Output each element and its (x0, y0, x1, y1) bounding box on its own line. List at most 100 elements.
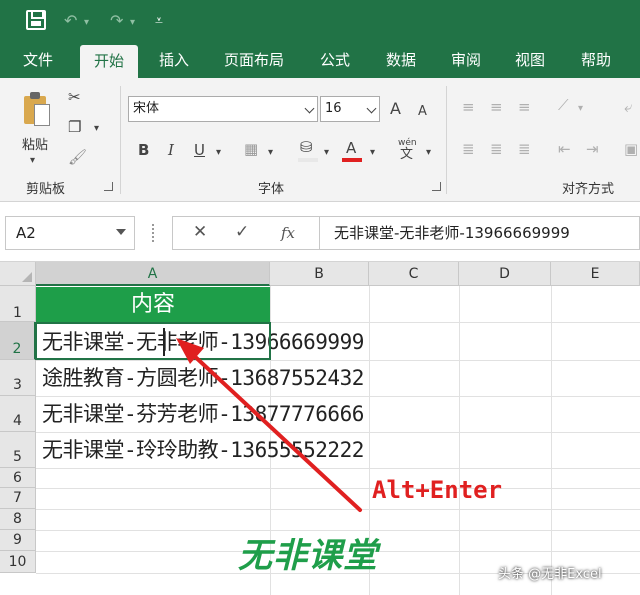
formula-bar: A2 ✕ ✓ fx 无非课堂-无非老师-13966669999 (0, 202, 640, 262)
formula-buttons: ✕ ✓ fx (172, 216, 320, 250)
align-right-icon[interactable]: ≣ (518, 140, 531, 158)
select-all-button[interactable] (0, 262, 36, 286)
paste-icon[interactable] (22, 92, 52, 128)
gridline (459, 286, 460, 595)
cell-a4[interactable]: 无非课堂-芬芳老师-13877776666 (42, 396, 364, 432)
column-header-b[interactable]: B (270, 262, 369, 286)
paste-dropdown-icon[interactable]: ▾ (30, 152, 35, 170)
row-header-4[interactable]: 4 (0, 396, 36, 432)
font-name-dropdown[interactable]: 宋体 (128, 96, 318, 122)
paste-button[interactable]: 粘贴 (22, 134, 48, 153)
bold-button[interactable]: B (138, 141, 149, 159)
clipboard-launcher-icon[interactable] (104, 182, 113, 191)
font-color-dropdown-icon[interactable]: ▾ (370, 144, 375, 162)
font-launcher-icon[interactable] (432, 182, 441, 191)
brand-logo-text: 无非课堂 (238, 536, 378, 576)
gridline (36, 488, 640, 489)
cancel-icon[interactable]: ✕ (193, 222, 207, 242)
cell-a5[interactable]: 无非课堂-玲玲助教-13655552222 (42, 432, 364, 468)
increase-indent-icon[interactable]: ⇥ (586, 140, 599, 158)
shortcut-annotation: Alt+Enter (372, 476, 503, 504)
row-header-2[interactable]: 2 (0, 322, 36, 360)
row-header-8[interactable]: 8 (0, 509, 36, 530)
undo-icon[interactable]: ↶ (64, 10, 77, 32)
row-header-3[interactable]: 3 (0, 360, 36, 396)
phonetic-guide-icon[interactable]: 文 (400, 146, 413, 164)
font-color-swatch (342, 158, 362, 162)
row-header-5[interactable]: 5 (0, 432, 36, 468)
border-icon[interactable]: ▦ (244, 140, 258, 158)
enter-icon[interactable]: ✓ (235, 222, 249, 242)
row-header-6[interactable]: 6 (0, 468, 36, 488)
row-header-1[interactable]: 1 (0, 286, 36, 322)
align-top-icon[interactable]: ≡ (462, 98, 475, 116)
copy-icon[interactable]: ❐ (68, 118, 81, 136)
font-color-icon[interactable]: A (346, 139, 356, 157)
column-header-a[interactable]: A (36, 262, 270, 286)
tab-home[interactable]: 开始 (80, 45, 138, 78)
align-center-icon[interactable]: ≣ (490, 140, 503, 158)
copy-dropdown-icon[interactable]: ▾ (94, 120, 99, 138)
text-cursor (163, 328, 165, 356)
watermark: 头条 @无非Excel (498, 567, 602, 582)
column-header-e[interactable]: E (551, 262, 640, 286)
resize-handle[interactable] (152, 224, 155, 242)
fill-color-swatch (298, 158, 318, 162)
fill-color-icon[interactable]: ⛁ (300, 138, 313, 156)
chevron-down-icon[interactable] (116, 229, 126, 235)
cell-a1-header[interactable]: 内容 (36, 287, 270, 322)
align-middle-icon[interactable]: ≡ (490, 98, 503, 116)
merge-center-icon[interactable]: ▣ (624, 140, 638, 158)
cut-icon[interactable]: ✂ (68, 88, 81, 106)
tab-formulas[interactable]: 公式 (310, 42, 360, 78)
tab-insert[interactable]: 插入 (148, 42, 200, 78)
group-divider (446, 86, 447, 194)
ribbon: 粘贴 ▾ ✂ ❐ ▾ 🖌 剪贴板 宋体 16 A A B I U ▾ ▦ ▾ ⛁… (0, 78, 640, 202)
redo-dropdown-icon[interactable]: ▾ (130, 12, 135, 34)
tab-page-layout[interactable]: 页面布局 (214, 42, 294, 78)
border-dropdown-icon[interactable]: ▾ (268, 144, 273, 162)
chevron-down-icon (366, 103, 377, 114)
fill-dropdown-icon[interactable]: ▾ (324, 144, 329, 162)
tab-data[interactable]: 数据 (376, 42, 426, 78)
redo-icon[interactable]: ↷ (110, 10, 123, 32)
align-left-icon[interactable]: ≣ (462, 140, 475, 158)
customize-qat-icon[interactable]: ⩡ (155, 10, 163, 32)
title-bar: ↶ ▾ ↷ ▾ ⩡ (0, 0, 640, 42)
undo-dropdown-icon[interactable]: ▾ (84, 12, 89, 34)
decrease-indent-icon[interactable]: ⇤ (558, 140, 571, 158)
chevron-down-icon (304, 103, 315, 114)
tab-file[interactable]: 文件 (14, 42, 62, 78)
shrink-font-icon[interactable]: A (418, 103, 427, 121)
align-bottom-icon[interactable]: ≡ (518, 98, 531, 116)
font-size-value: 16 (325, 101, 342, 116)
phonetic-dropdown-icon[interactable]: ▾ (426, 144, 431, 162)
insert-function-icon[interactable]: fx (281, 224, 295, 242)
underline-dropdown-icon[interactable]: ▾ (216, 144, 221, 162)
grow-font-icon[interactable]: A (390, 100, 401, 118)
tab-view[interactable]: 视图 (506, 42, 554, 78)
row-header-10[interactable]: 10 (0, 551, 36, 573)
font-size-dropdown[interactable]: 16 (320, 96, 380, 122)
row-header-7[interactable]: 7 (0, 488, 36, 509)
save-icon[interactable] (26, 10, 46, 30)
cell-a3[interactable]: 途胜教育-方圆老师-13687552432 (42, 360, 364, 396)
active-cell-border (35, 322, 271, 360)
tab-review[interactable]: 审阅 (442, 42, 490, 78)
column-header-c[interactable]: C (369, 262, 459, 286)
orientation-dropdown-icon[interactable]: ▾ (578, 100, 583, 118)
wrap-text-icon[interactable]: ⤶ (624, 98, 632, 116)
format-painter-icon[interactable]: 🖌 (68, 148, 87, 166)
italic-button[interactable]: I (168, 141, 174, 159)
underline-button[interactable]: U (194, 141, 205, 159)
column-header-d[interactable]: D (459, 262, 551, 286)
group-divider (120, 86, 121, 194)
alignment-group-label: 对齐方式 (562, 182, 615, 197)
formula-input[interactable]: 无非课堂-无非老师-13966669999 (320, 216, 640, 250)
tab-help[interactable]: 帮助 (572, 42, 620, 78)
clipboard-group-label: 剪贴板 (26, 182, 66, 197)
font-group-label: 字体 (258, 182, 285, 197)
orientation-icon[interactable]: ⟋ (558, 96, 569, 114)
row-header-9[interactable]: 9 (0, 530, 36, 551)
name-box[interactable]: A2 (5, 216, 135, 250)
